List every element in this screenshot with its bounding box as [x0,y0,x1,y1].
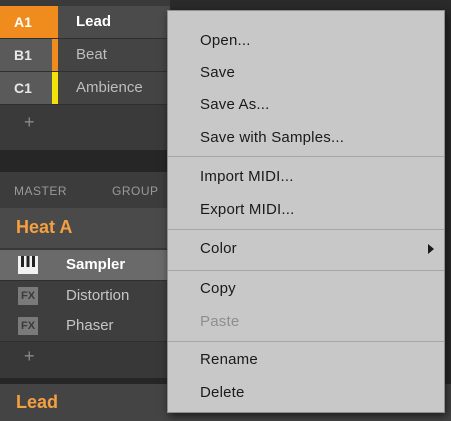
menu-item-rename[interactable]: Rename [168,344,444,376]
sound-header: Heat A [0,208,170,248]
menu-item-delete[interactable]: Delete [168,377,444,409]
group-name: Beat [76,46,107,63]
group-row-a1[interactable]: A1 Lead [0,6,170,39]
add-plugin-button[interactable]: + [24,346,35,367]
sound-title: Heat A [16,217,73,237]
add-group-button[interactable]: + [24,112,35,133]
group-color-bar [52,6,58,38]
plugin-name: Phaser [66,317,114,334]
group-row-c1[interactable]: C1 Ambience [0,72,170,105]
menu-item-save-with-samples[interactable]: Save with Samples... [168,122,444,154]
group-name: Ambience [76,79,143,96]
plugin-slot-phaser[interactable]: FX Phaser [0,311,170,342]
menu-separator [168,270,444,271]
menu-item-label: Color [200,240,237,257]
group-name: Lead [76,13,112,30]
menu-item-color[interactable]: Color [168,233,444,265]
bottom-title: Lead [16,392,59,412]
plugin-slot-distortion[interactable]: FX Distortion [0,281,170,312]
menu-item-export-midi[interactable]: Export MIDI... [168,194,444,226]
group-color-bar [52,39,58,71]
menu-separator [168,156,444,157]
menu-item-open[interactable]: Open... [168,25,444,57]
menu-item-paste: Paste [200,313,240,330]
context-menu: Open... Save Save As... Save with Sample… [167,10,445,413]
plugin-name: Distortion [66,287,130,304]
tab-group[interactable]: GROUP [112,184,159,198]
tab-master[interactable]: MASTER [14,184,67,198]
fx-icon: FX [18,317,38,335]
group-color-bar [52,72,58,104]
group-slot-label: B1 [0,39,52,71]
submenu-arrow-icon [428,244,434,254]
plugin-chain: Sampler FX Distortion FX Phaser + [0,248,170,378]
menu-item-import-midi[interactable]: Import MIDI... [168,161,444,193]
group-slot-label: C1 [0,72,52,104]
fx-icon: FX [18,287,38,305]
tab-bar: MASTER GROUP [0,172,170,208]
menu-item-copy[interactable]: Copy [168,273,444,305]
piano-icon [18,256,38,274]
plugin-name: Sampler [66,256,126,273]
group-row-b1[interactable]: B1 Beat [0,39,170,72]
panel-divider [0,150,170,172]
group-list: A1 Lead B1 Beat C1 Ambience + [0,0,170,150]
menu-separator [168,229,444,230]
menu-item-save[interactable]: Save [168,57,444,89]
plugin-slot-sampler[interactable]: Sampler [0,250,170,281]
menu-item-save-as[interactable]: Save As... [168,89,444,121]
menu-separator [168,341,444,342]
group-slot-label: A1 [0,6,52,38]
